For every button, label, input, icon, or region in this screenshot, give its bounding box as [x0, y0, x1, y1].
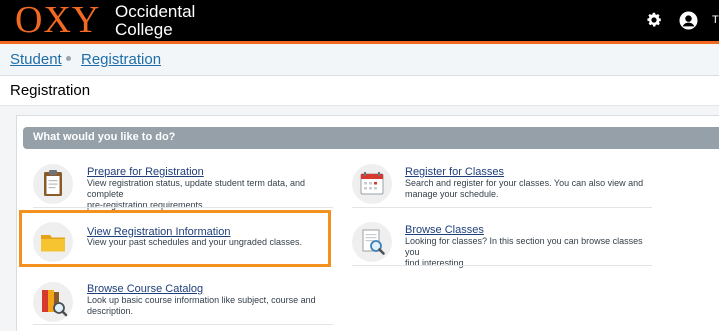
- document-search-icon: [352, 222, 392, 262]
- prepare-desc-line-1: View registration status, update student…: [87, 178, 305, 199]
- book-search-icon: [33, 282, 73, 322]
- logo-oxy[interactable]: OXY: [15, 0, 100, 40]
- title-bar: Registration: [0, 76, 719, 106]
- logo-line-1: Occidental: [115, 2, 196, 21]
- user-icon[interactable]: [679, 11, 698, 30]
- register-for-classes-link[interactable]: Register for Classes: [405, 166, 504, 178]
- register-desc-line-2: manage your schedule.: [405, 189, 499, 199]
- divider: [33, 324, 333, 325]
- divider: [33, 207, 333, 208]
- register-desc-line-1: Search and register for your classes. Yo…: [405, 178, 644, 188]
- divider: [352, 207, 652, 208]
- browse-course-catalog-description: Look up basic course information like su…: [87, 295, 337, 317]
- breadcrumb-student[interactable]: Student: [10, 51, 62, 68]
- logo-line-2: College: [115, 20, 173, 39]
- breadcrumb-registration[interactable]: Registration: [81, 51, 161, 68]
- logo-college-name[interactable]: Occidental College: [115, 3, 195, 39]
- catalog-desc-line-1: Look up basic course information like su…: [87, 295, 316, 305]
- gear-icon[interactable]: [645, 11, 663, 29]
- panel-header: What would you like to do?: [23, 127, 719, 149]
- calendar-icon: [352, 164, 392, 204]
- browse-course-catalog-link[interactable]: Browse Course Catalog: [87, 283, 203, 295]
- browse-classes-desc-line-1: Looking for classes? In this section you…: [405, 236, 643, 257]
- highlight-box: [19, 210, 331, 267]
- panel-header-text: What would you like to do?: [33, 131, 176, 143]
- top-bar: OXY Occidental College T: [0, 0, 719, 41]
- prepare-for-registration-link[interactable]: Prepare for Registration: [87, 166, 204, 178]
- breadcrumb-separator: [66, 56, 71, 61]
- browse-classes-link[interactable]: Browse Classes: [405, 224, 484, 236]
- register-for-classes-description: Search and register for your classes. Yo…: [405, 178, 655, 200]
- divider: [352, 265, 652, 266]
- breadcrumb: Student Registration: [0, 44, 719, 76]
- clipboard-icon: [33, 164, 73, 204]
- page-title: Registration: [10, 82, 91, 99]
- user-initial[interactable]: T: [712, 14, 719, 26]
- browse-classes-desc-line-2: find interesting.: [405, 258, 467, 268]
- catalog-desc-line-2: description.: [87, 306, 134, 316]
